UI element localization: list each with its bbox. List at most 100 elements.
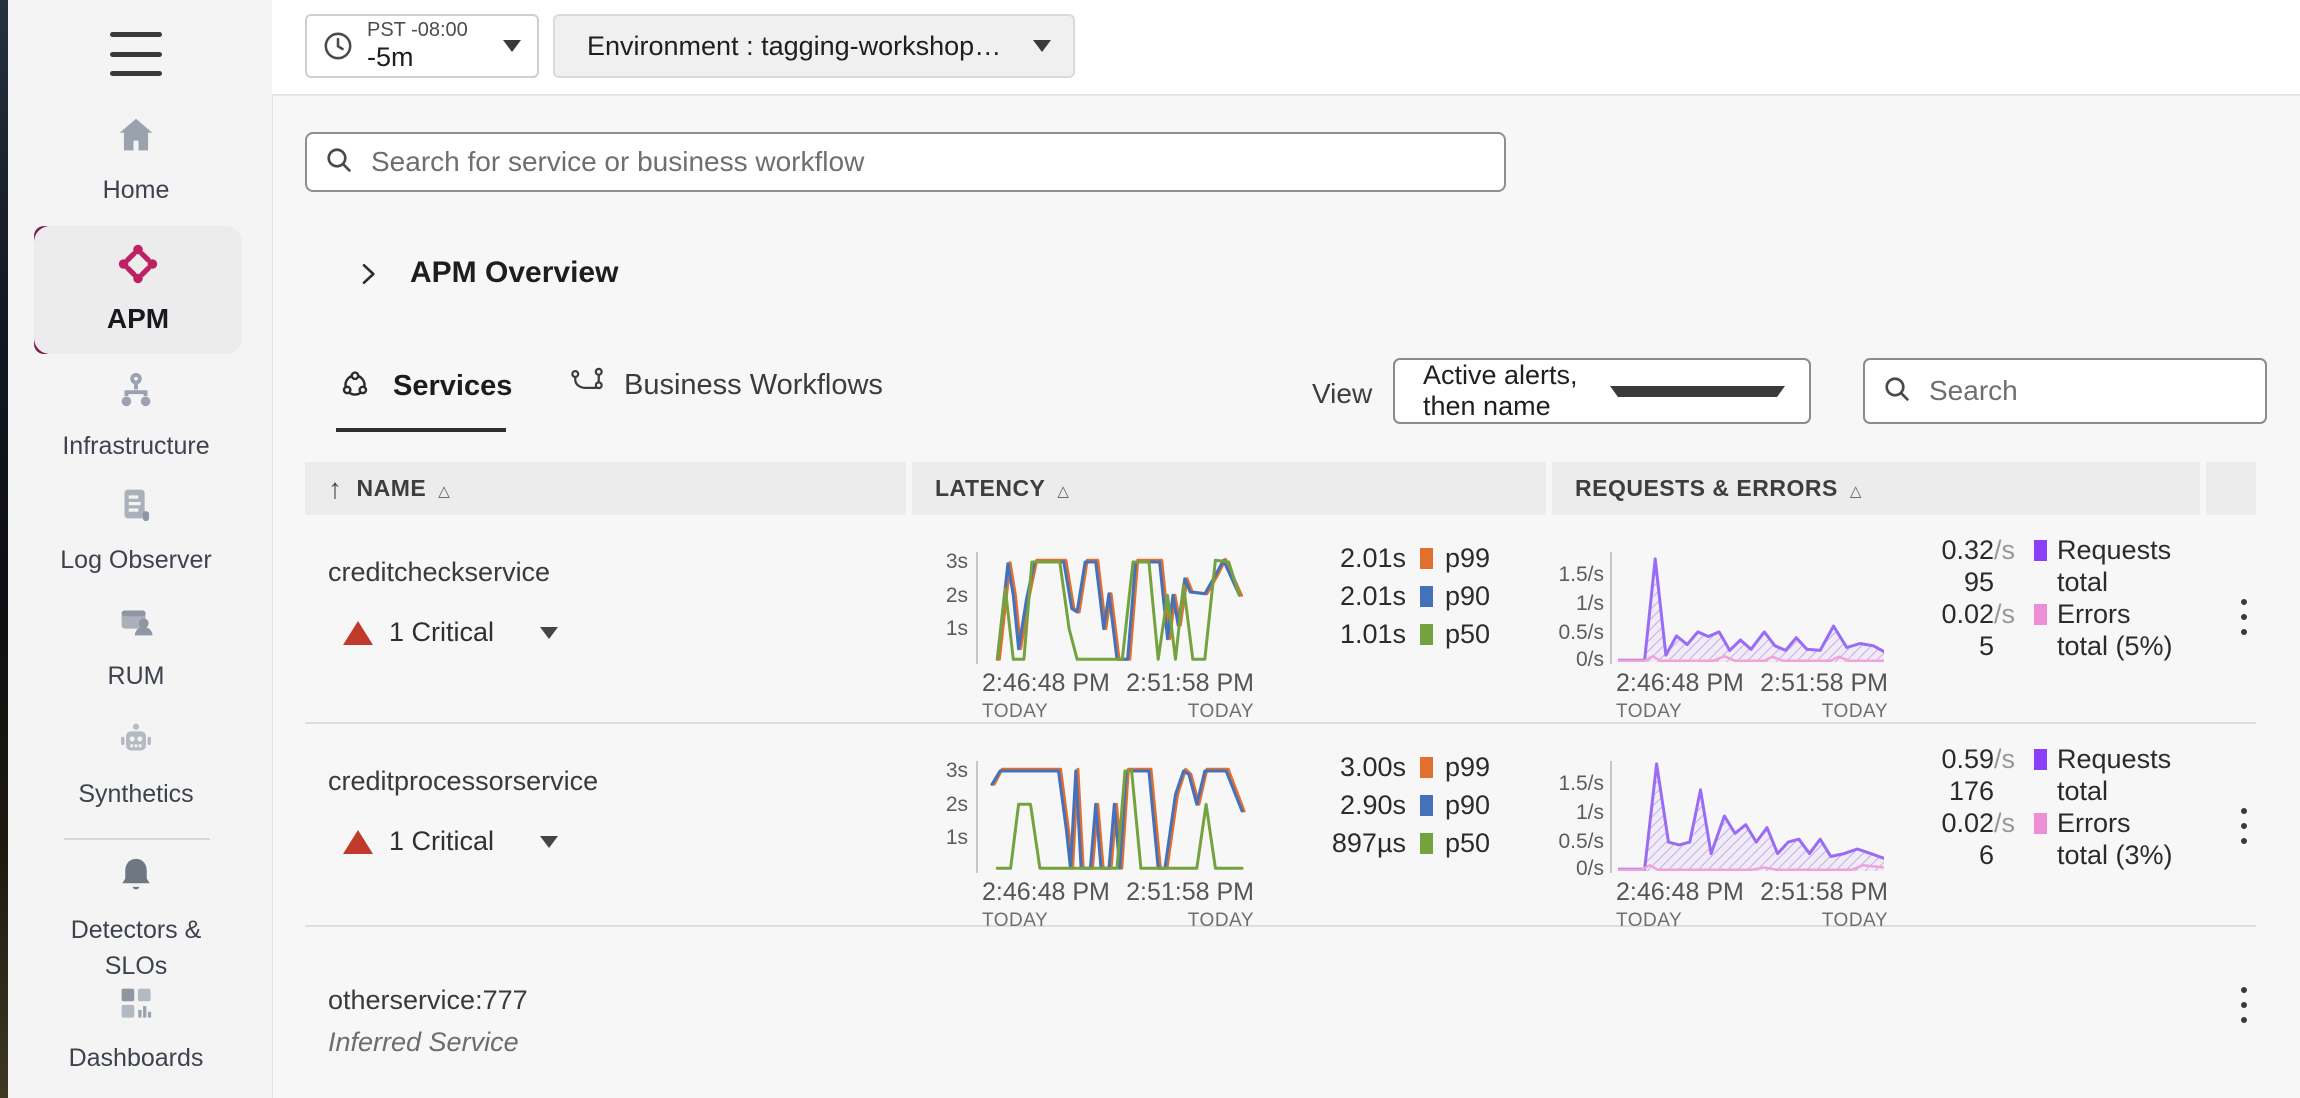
tab-label: Business Workflows bbox=[624, 369, 883, 402]
latency-sparkline bbox=[976, 761, 1258, 873]
infrastructure-icon bbox=[113, 368, 159, 419]
latency-sparkline bbox=[976, 552, 1258, 664]
chevron-down-icon bbox=[540, 836, 558, 848]
apm-icon bbox=[114, 240, 162, 293]
alert-count-label: 1 Critical bbox=[389, 617, 494, 648]
sidebar-item-detectors-slos[interactable]: Detectors & SLOs bbox=[8, 852, 264, 985]
background-edge-strip bbox=[0, 0, 8, 1098]
column-header-latency[interactable]: LATENCY bbox=[935, 462, 1069, 515]
table-search-box[interactable] bbox=[1863, 358, 2267, 424]
chevron-down-icon bbox=[540, 627, 558, 639]
tab-services[interactable]: Services bbox=[337, 366, 512, 407]
tab-business-workflows[interactable]: Business Workflows bbox=[568, 366, 883, 405]
service-search-input[interactable] bbox=[369, 145, 1504, 179]
column-label: LATENCY bbox=[935, 475, 1045, 502]
alert-status-dropdown[interactable]: 1 Critical bbox=[343, 617, 558, 648]
time-range-text: PST -08:00 -5m bbox=[367, 19, 468, 73]
search-icon bbox=[1881, 373, 1913, 410]
table-row: creditprocessorservice 1 Critical 3s 2s … bbox=[305, 724, 2256, 927]
row-actions-kebab-icon[interactable] bbox=[2229, 587, 2259, 647]
service-search-bar[interactable] bbox=[305, 132, 1506, 192]
sidebar-item-rum[interactable]: RUM bbox=[8, 598, 264, 694]
errors-swatch bbox=[2034, 604, 2047, 625]
service-name-link[interactable]: creditcheckservice bbox=[328, 557, 550, 588]
table-search-input[interactable] bbox=[1927, 374, 2292, 408]
hamburger-menu-icon[interactable] bbox=[110, 30, 162, 78]
log-observer-icon bbox=[113, 482, 159, 533]
sort-ascending-icon bbox=[328, 473, 357, 505]
home-icon bbox=[113, 112, 159, 163]
bell-icon bbox=[113, 852, 159, 903]
latency-y-axis: 3s 2s 1s bbox=[906, 552, 968, 664]
p90-swatch bbox=[1420, 586, 1433, 607]
time-range-value: -5m bbox=[367, 42, 414, 73]
requests-legend: 0.32/sRequests 95total 0.02/sErrors 5tot… bbox=[1898, 535, 2173, 663]
sidebar-item-dashboards[interactable]: Dashboards bbox=[8, 980, 264, 1076]
view-selected-value: Active alerts, then name bbox=[1423, 360, 1582, 422]
view-dropdown[interactable]: Active alerts, then name bbox=[1393, 358, 1811, 424]
table-row: otherservice:777 Inferred Service bbox=[305, 927, 2256, 1098]
latency-x-axis: 2:46:48 PMTODAY 2:51:58 PMTODAY bbox=[982, 669, 1254, 723]
chevron-down-icon bbox=[503, 40, 521, 52]
tab-label: Services bbox=[393, 370, 512, 403]
environment-dropdown[interactable]: Environment : tagging-workshop… bbox=[553, 14, 1075, 78]
column-gap bbox=[906, 462, 912, 515]
requests-swatch bbox=[2034, 540, 2047, 561]
search-icon bbox=[323, 144, 355, 181]
inferred-service-label: Inferred Service bbox=[328, 1027, 519, 1058]
sidebar-item-label: Dashboards bbox=[69, 1040, 204, 1076]
critical-triangle-icon bbox=[343, 621, 373, 645]
clock-icon bbox=[321, 29, 355, 63]
p50-swatch bbox=[1420, 833, 1433, 854]
requests-sparkline bbox=[1610, 552, 1892, 664]
service-name-link[interactable]: creditprocessorservice bbox=[328, 766, 598, 797]
requests-swatch bbox=[2034, 749, 2047, 770]
latency-x-axis: 2:46:48 PMTODAY 2:51:58 PMTODAY bbox=[982, 878, 1254, 932]
sort-indicator-icon bbox=[1838, 475, 1862, 502]
timezone-label: PST -08:00 bbox=[367, 19, 468, 42]
requests-sparkline bbox=[1610, 761, 1892, 873]
row-actions-kebab-icon[interactable] bbox=[2229, 796, 2259, 856]
p50-swatch bbox=[1420, 624, 1433, 645]
environment-value: Environment : tagging-workshop… bbox=[587, 31, 1033, 62]
sidebar-item-log-observer[interactable]: Log Observer bbox=[8, 482, 264, 578]
business-workflows-icon bbox=[568, 366, 606, 405]
chevron-down-icon bbox=[1610, 386, 1785, 397]
expand-chevron-icon[interactable] bbox=[352, 258, 384, 290]
table-header: NAME LATENCY REQUESTS & ERRORS bbox=[305, 462, 2256, 515]
latency-legend: 2.01sp99 2.01sp90 1.01sp50 bbox=[1288, 543, 1490, 657]
requests-errors-cell: 1.5/s 1/s 0.5/s 0/s 2:46:48 PMTODAY 2:51… bbox=[1546, 515, 2201, 722]
requests-x-axis: 2:46:48 PMTODAY 2:51:58 PMTODAY bbox=[1616, 878, 1888, 932]
column-label: REQUESTS & ERRORS bbox=[1575, 475, 1838, 502]
requests-y-axis: 1.5/s 1/s 0.5/s 0/s bbox=[1546, 761, 1604, 873]
column-header-name[interactable]: NAME bbox=[328, 462, 450, 515]
sidebar-divider bbox=[64, 838, 210, 840]
latency-y-axis: 3s 2s 1s bbox=[906, 761, 968, 873]
sidebar-item-infrastructure[interactable]: Infrastructure bbox=[8, 368, 264, 464]
p90-swatch bbox=[1420, 795, 1433, 816]
errors-swatch bbox=[2034, 813, 2047, 834]
row-actions-kebab-icon[interactable] bbox=[2229, 975, 2259, 1035]
requests-x-axis: 2:46:48 PMTODAY 2:51:58 PMTODAY bbox=[1616, 669, 1888, 723]
requests-y-axis: 1.5/s 1/s 0.5/s 0/s bbox=[1546, 552, 1604, 664]
time-range-picker[interactable]: PST -08:00 -5m bbox=[305, 14, 539, 78]
sidebar-item-label: Detectors & SLOs bbox=[61, 912, 211, 985]
sidebar-item-label: Log Observer bbox=[60, 542, 211, 578]
requests-legend: 0.59/sRequests 176total 0.02/sErrors 6to… bbox=[1898, 744, 2173, 872]
alert-status-dropdown[interactable]: 1 Critical bbox=[343, 826, 558, 857]
apm-services-page: Home APM bbox=[0, 0, 2300, 1098]
rum-icon bbox=[113, 598, 159, 649]
service-name-link[interactable]: otherservice:777 bbox=[328, 985, 528, 1016]
column-gap bbox=[1546, 462, 1552, 515]
column-header-requests-errors[interactable]: REQUESTS & ERRORS bbox=[1575, 462, 1862, 515]
sidebar-item-synthetics[interactable]: Synthetics bbox=[8, 716, 264, 812]
alert-count-label: 1 Critical bbox=[389, 826, 494, 857]
latency-cell: 3s 2s 1s 2:46:48 PMTODAY 2:51:58 PMTODAY… bbox=[906, 724, 1546, 925]
sidebar-item-apm[interactable]: APM bbox=[34, 226, 242, 354]
sidebar-item-label: Home bbox=[103, 172, 170, 208]
sidebar-item-home[interactable]: Home bbox=[8, 112, 264, 208]
sidebar-item-label: Infrastructure bbox=[62, 428, 209, 464]
sort-indicator-icon bbox=[426, 475, 450, 502]
page-title: APM Overview bbox=[410, 256, 618, 290]
active-tab-underline bbox=[336, 428, 506, 432]
